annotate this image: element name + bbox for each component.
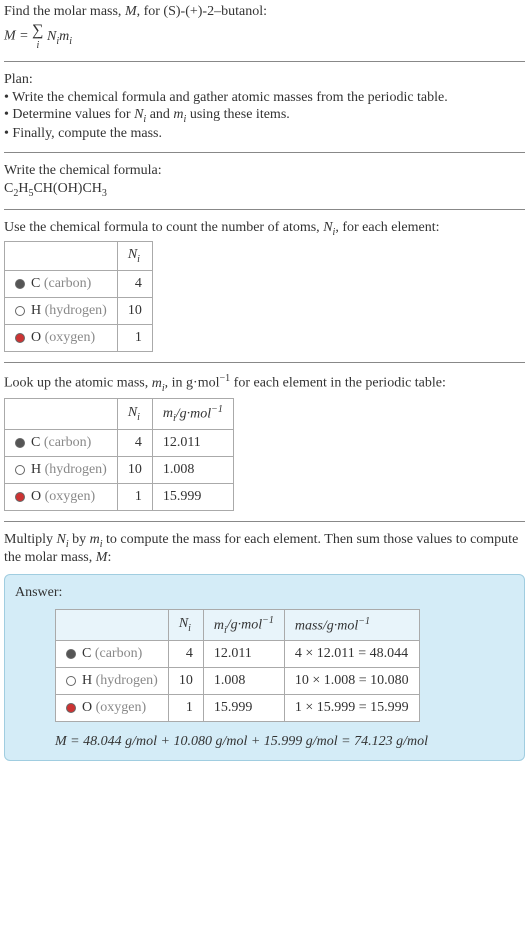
table-row: O (oxygen) 1 15.999 [5,484,234,511]
table-row: O (oxygen) 1 15.999 1 × 15.999 = 15.999 [56,695,420,722]
count-table: Ni C (carbon) 4 H (hydrogen) 10 O (oxyge… [4,241,153,352]
hydrogen-dot-icon [15,465,25,475]
divider [4,152,525,153]
atomic-table: Ni mi/g·mol−1 C (carbon) 4 12.011 H (hyd… [4,398,234,511]
count-title: Use the chemical formula to count the nu… [4,220,525,238]
table-row: C (carbon) 4 12.011 [5,430,234,457]
col-n: Ni [117,242,152,271]
final-result: M = 48.044 g/mol + 10.080 g/mol + 15.999… [55,734,514,750]
multiply-title: Multiply Ni by mi to compute the mass fo… [4,532,525,566]
chem-formula-section: Write the chemical formula: C2H5CH(OH)CH… [4,163,525,199]
table-row: H (hydrogen) 10 [5,298,153,325]
table-row: O (oxygen) 1 [5,325,153,352]
col-m: mi/g·mol−1 [203,609,284,640]
table-header-row: Ni [5,242,153,271]
plan-title: Plan: [4,72,525,88]
answer-table: Ni mi/g·mol−1 mass/g·mol−1 C (carbon) 4 … [55,609,420,722]
divider [4,209,525,210]
divider [4,362,525,363]
chem-title: Write the chemical formula: [4,163,525,179]
divider [4,61,525,62]
table-row: H (hydrogen) 10 1.008 [5,457,234,484]
table-row: C (carbon) 4 [5,271,153,298]
oxygen-dot-icon [15,492,25,502]
answer-label: Answer: [15,585,514,601]
plan-item: • Write the chemical formula and gather … [4,90,525,106]
hydrogen-dot-icon [15,306,25,316]
oxygen-dot-icon [15,333,25,343]
plan-section: Plan: • Write the chemical formula and g… [4,72,525,142]
carbon-dot-icon [15,279,25,289]
answer-box: Answer: Ni mi/g·mol−1 mass/g·mol−1 C (ca… [4,574,525,761]
col-mass: mass/g·mol−1 [284,609,419,640]
intro-line: Find the molar mass, M, for (S)-(+)-2–bu… [4,4,525,20]
hydrogen-dot-icon [66,676,76,686]
multiply-section: Multiply Ni by mi to compute the mass fo… [4,532,525,566]
table-header-row: Ni mi/g·mol−1 [5,398,234,429]
molar-mass-formula: M = ∑i Nimi [4,22,525,51]
table-row: C (carbon) 4 12.011 4 × 12.011 = 48.044 [56,641,420,668]
count-section: Use the chemical formula to count the nu… [4,220,525,353]
col-n: Ni [117,398,152,429]
table-header-row: Ni mi/g·mol−1 mass/g·mol−1 [56,609,420,640]
plan-item: • Finally, compute the mass. [4,126,525,142]
col-m: mi/g·mol−1 [152,398,233,429]
plan-item: • Determine values for Ni and mi using t… [4,107,525,125]
chem-formula: C2H5CH(OH)CH3 [4,181,525,199]
table-row: H (hydrogen) 10 1.008 10 × 1.008 = 10.08… [56,668,420,695]
intro-section: Find the molar mass, M, for (S)-(+)-2–bu… [4,4,525,51]
carbon-dot-icon [15,438,25,448]
carbon-dot-icon [66,649,76,659]
col-n: Ni [168,609,203,640]
oxygen-dot-icon [66,703,76,713]
atomic-mass-section: Look up the atomic mass, mi, in g·mol−1 … [4,373,525,511]
atomic-title: Look up the atomic mass, mi, in g·mol−1 … [4,373,525,393]
divider [4,521,525,522]
